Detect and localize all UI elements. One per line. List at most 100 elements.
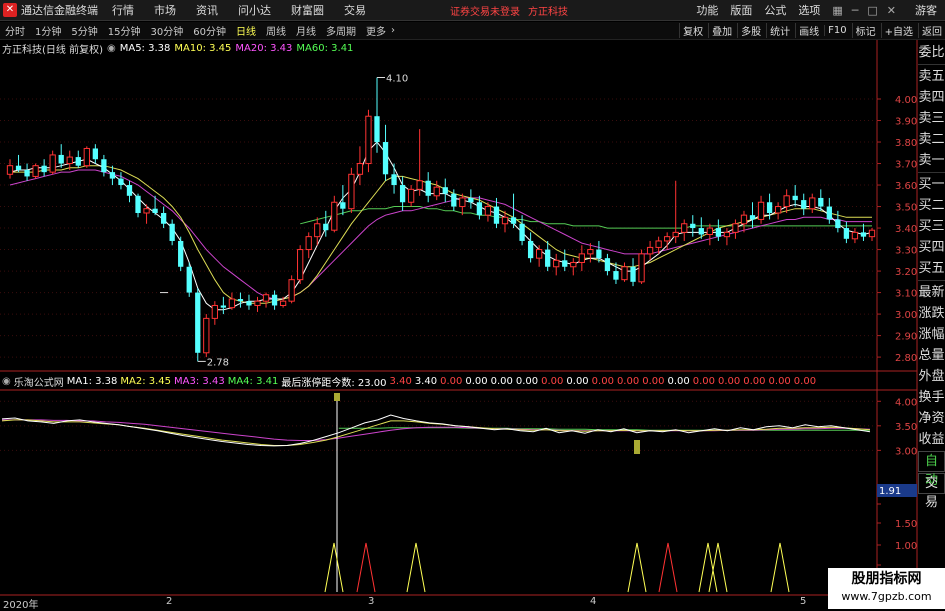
signal-peak bbox=[627, 542, 647, 593]
candle-body bbox=[41, 165, 47, 173]
candle-body bbox=[501, 216, 509, 225]
candle-body bbox=[578, 253, 585, 263]
candle-body bbox=[6, 165, 14, 175]
candle-body bbox=[570, 261, 577, 268]
candle-body bbox=[126, 185, 133, 196]
candle-body bbox=[143, 208, 150, 214]
y-axis-label: 2.80 bbox=[895, 353, 917, 364]
x-label-may: 5 bbox=[800, 596, 807, 607]
candle-body bbox=[365, 115, 372, 165]
candle-body bbox=[851, 231, 859, 240]
chart-area[interactable]: 4.00 3.90 3.80 3.70 3.60 3.50 3.40 3.30 3.20 3.10… bbox=[0, 0, 945, 596]
candle-body bbox=[801, 200, 807, 209]
sidebar-item[interactable]: 最新 bbox=[918, 282, 945, 303]
candle-body bbox=[451, 193, 457, 207]
candle-body bbox=[348, 173, 355, 210]
candle-body bbox=[843, 228, 850, 239]
x-label-mar: 3 bbox=[368, 596, 375, 607]
candle-body bbox=[664, 236, 671, 242]
y-axis-label: 3.30 bbox=[895, 246, 917, 257]
candle-body bbox=[749, 215, 756, 220]
candle-body bbox=[484, 206, 492, 216]
sidebar-item[interactable]: 卖四 bbox=[918, 87, 945, 108]
sidebar-item[interactable]: 卖三 bbox=[918, 108, 945, 129]
candle-body bbox=[382, 142, 389, 175]
candle-body bbox=[809, 197, 816, 210]
candle-body bbox=[766, 202, 773, 213]
sidebar-item[interactable]: 总量 bbox=[918, 345, 945, 366]
candle-body bbox=[783, 195, 790, 208]
candle-body bbox=[32, 165, 39, 177]
candle-body bbox=[399, 185, 406, 203]
auto-button[interactable]: 自动 bbox=[918, 451, 945, 488]
candle-body bbox=[826, 206, 832, 220]
candle-body bbox=[818, 197, 824, 207]
sidebar-item[interactable]: 委比 bbox=[918, 42, 945, 63]
candle-body bbox=[135, 195, 141, 213]
candle-body bbox=[553, 259, 560, 268]
sidebar-item[interactable]: 外盘 bbox=[918, 366, 945, 387]
candle-body bbox=[220, 305, 227, 308]
y-axis-label: 4.00 bbox=[895, 95, 917, 106]
candle-body bbox=[638, 253, 645, 283]
y-axis-label: 3.00 bbox=[895, 446, 917, 457]
sidebar-item[interactable]: 换手 bbox=[918, 387, 945, 408]
candle-body bbox=[442, 187, 448, 194]
watermark-url: www.7gpzb.com bbox=[841, 590, 932, 603]
sidebar-item[interactable]: 买四 bbox=[918, 237, 945, 258]
candle-body bbox=[715, 228, 722, 237]
x-label-feb: 2 bbox=[166, 596, 173, 607]
candle-body bbox=[254, 300, 261, 306]
candle-body bbox=[519, 223, 525, 241]
candle-body bbox=[536, 249, 543, 259]
candle-body bbox=[732, 223, 739, 233]
sidebar-item[interactable]: 卖五 bbox=[918, 66, 945, 87]
y-axis-label: 3.50 bbox=[895, 422, 917, 433]
candle-body bbox=[66, 156, 73, 165]
candle-body bbox=[314, 223, 321, 238]
y-axis-label: 3.50 bbox=[895, 203, 917, 214]
candle-body bbox=[698, 228, 704, 235]
value-box-label: 1.91 bbox=[879, 486, 901, 497]
candle-body bbox=[305, 236, 312, 251]
candle-body bbox=[169, 223, 175, 241]
candle-body bbox=[340, 202, 346, 209]
candle-body bbox=[868, 229, 876, 238]
sidebar-item[interactable]: 买一 bbox=[918, 174, 945, 195]
sidebar-item[interactable]: 卖二 bbox=[918, 129, 945, 150]
watermark: 股朋指标网 www.7gpzb.com bbox=[828, 568, 945, 609]
sidebar-item[interactable]: 涨幅 bbox=[918, 324, 945, 345]
candle-body bbox=[476, 202, 483, 216]
candle-body bbox=[690, 223, 696, 229]
signal-peak bbox=[770, 542, 790, 593]
low-annotation: 2.78 bbox=[207, 357, 229, 368]
y-axis-label: 3.90 bbox=[895, 117, 917, 128]
y-axis-label: 2.90 bbox=[895, 332, 917, 343]
signal-peak bbox=[708, 542, 728, 593]
sidebar-item[interactable]: 买五 bbox=[918, 258, 945, 279]
candle-body bbox=[587, 249, 594, 255]
candle-body bbox=[297, 249, 304, 281]
sidebar-item[interactable]: 涨跌 bbox=[918, 303, 945, 324]
signal-peak bbox=[698, 542, 718, 593]
sidebar-item[interactable]: 收益 bbox=[918, 429, 945, 450]
sidebar-item[interactable]: 买三 bbox=[918, 216, 945, 237]
trade-button[interactable]: 交易 bbox=[918, 473, 945, 510]
candle-body bbox=[203, 317, 210, 354]
candle-body bbox=[279, 300, 287, 306]
y-axis-label: 3.60 bbox=[895, 181, 917, 192]
candle-body bbox=[331, 201, 338, 231]
high-annotation: 4.10 bbox=[386, 74, 408, 85]
x-label-apr: 4 bbox=[590, 596, 597, 607]
candle-body bbox=[860, 232, 867, 237]
sidebar-item[interactable]: 净资 bbox=[918, 408, 945, 429]
candle-body bbox=[374, 116, 380, 143]
sidebar-item[interactable]: 买二 bbox=[918, 195, 945, 216]
candle-body bbox=[237, 299, 244, 302]
quote-sidebar: 委比卖五 卖四 卖三 卖二 卖一买一 买二 买三 买四 买五最新 涨跌 涨幅 总量 外盘 换手 净资 收益 自动… bbox=[918, 42, 945, 510]
candle-body bbox=[49, 154, 56, 173]
candle-body bbox=[433, 186, 440, 197]
sidebar-item[interactable]: 卖一 bbox=[918, 150, 945, 171]
candle-body bbox=[774, 206, 782, 214]
candle-body bbox=[228, 298, 236, 309]
